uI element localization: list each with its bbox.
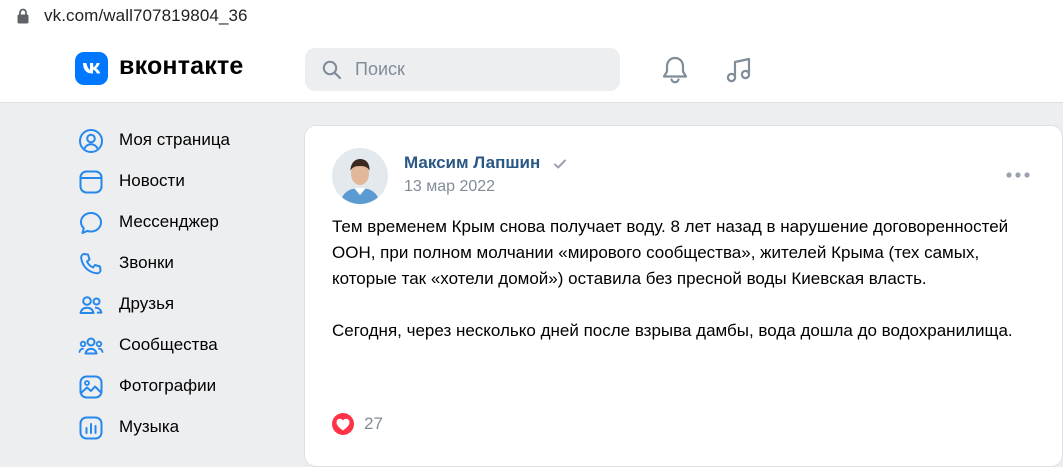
like-count: 27 [364,414,383,433]
vk-logo-icon[interactable] [75,52,108,85]
sidebar-item-music[interactable]: Музыка [78,408,278,448]
browser-address-bar[interactable]: vk.com/wall707819804_36 [0,0,1063,35]
sidebar-item-label: Друзья [119,294,175,313]
more-options-icon[interactable] [1005,171,1031,179]
phone-icon [80,253,102,275]
sidebar-item-label: Мессенджер [119,212,219,231]
music-icon [79,416,103,440]
verified-check-icon [554,159,566,169]
avatar[interactable] [332,148,388,204]
communities-icon [78,337,104,355]
sidebar-item-friends[interactable]: Друзья [78,285,278,325]
sidebar-item-photos[interactable]: Фотографии [78,367,278,407]
sidebar-item-label: Новости [119,171,185,190]
sidebar-item-news[interactable]: Новости [78,162,278,202]
photos-icon [79,375,103,399]
lock-icon [17,8,29,24]
logo-text[interactable]: вконтакте [119,52,244,81]
heart-icon [332,413,354,435]
sidebar-item-messenger[interactable]: Мессенджер [78,203,278,243]
sidebar-item-label: Сообщества [119,335,218,354]
sidebar-item-my-page[interactable]: Моя страница [78,121,278,161]
post-paragraph: Тем временем Крым снова получает воду. 8… [332,217,1009,288]
search-placeholder: Поиск [355,59,405,79]
friends-icon [79,296,103,314]
messenger-icon [80,212,102,234]
post-paragraph: Сегодня, через несколько дней после взры… [332,321,1013,340]
address-url[interactable]: vk.com/wall707819804_36 [44,6,248,26]
bell-icon[interactable] [660,54,690,86]
sidebar-item-calls[interactable]: Звонки [78,244,278,284]
sidebar-item-label: Моя страница [119,130,231,149]
post-text: Тем временем Крым снова получает воду. 8… [332,214,1042,344]
wall-post: Максим Лапшин 13 мар 2022 Тем временем К… [304,125,1063,467]
sidebar-item-communities[interactable]: Сообщества [78,326,278,366]
sidebar-item-label: Музыка [119,417,180,436]
search-icon [322,60,342,80]
top-header: вконтакте Поиск [0,34,1063,103]
news-icon [79,170,103,194]
sidebar-item-label: Звонки [119,253,174,272]
profile-icon [79,129,103,153]
post-date[interactable]: 13 мар 2022 [404,178,495,196]
search-input[interactable]: Поиск [305,48,620,91]
sidebar-item-label: Фотографии [119,376,217,395]
music-note-icon[interactable] [724,54,754,86]
post-author-name[interactable]: Максим Лапшин [404,153,540,173]
